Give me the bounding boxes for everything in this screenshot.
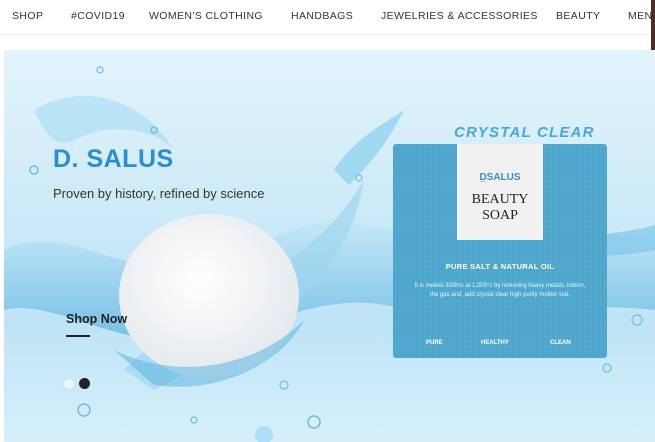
shop-now-link[interactable]: Shop Now	[66, 312, 127, 326]
nav-item-men[interactable]: MEN	[628, 10, 653, 22]
carousel-dot-1[interactable]	[63, 378, 75, 390]
nav-item-covid19[interactable]: #COVID19	[71, 10, 125, 22]
hero-tagline: Proven by history, refined by science	[53, 186, 265, 201]
brand-heading: D. SALUS	[53, 145, 174, 173]
product-tag-clean: CLEAN	[550, 340, 571, 346]
top-navigation: SHOP #COVID19 WOMEN'S CLOTHING HANDBAGS …	[0, 0, 655, 35]
product-tag-healthy: HEALTHY	[481, 340, 509, 346]
product-subtitle: PURE SALT & NATURAL OIL	[445, 262, 555, 271]
product-badge: CRYSTAL CLEAR	[454, 124, 595, 141]
label-title-line2: SOAP	[482, 208, 518, 223]
nav-item-womens-clothing[interactable]: WOMEN'S CLOTHING	[149, 10, 263, 22]
product-box-image: D̲SALUS BEAUTY SOAP PURE SALT & NATURAL …	[393, 144, 607, 358]
nav-item-shop[interactable]: SHOP	[12, 10, 43, 22]
nav-item-jewelries-accessories[interactable]: JEWELRIES & ACCESSORIES	[381, 10, 538, 22]
nav-item-handbags[interactable]: HANDBAGS	[291, 10, 353, 22]
product-label: D̲SALUS BEAUTY SOAP	[457, 144, 543, 240]
carousel-dot-2-active[interactable]	[79, 378, 90, 389]
label-brand: D̲SALUS	[479, 172, 521, 183]
product-tag-pure: PURE	[426, 340, 443, 346]
shop-now-underline	[66, 335, 90, 337]
product-description: It is melted 300hrs at 1,000°c by removi…	[414, 283, 586, 298]
nav-item-beauty[interactable]: BEAUTY	[556, 10, 600, 22]
hero-banner: D. SALUS Proven by history, refined by s…	[4, 50, 655, 442]
label-title-line1: BEAUTY	[471, 192, 529, 207]
